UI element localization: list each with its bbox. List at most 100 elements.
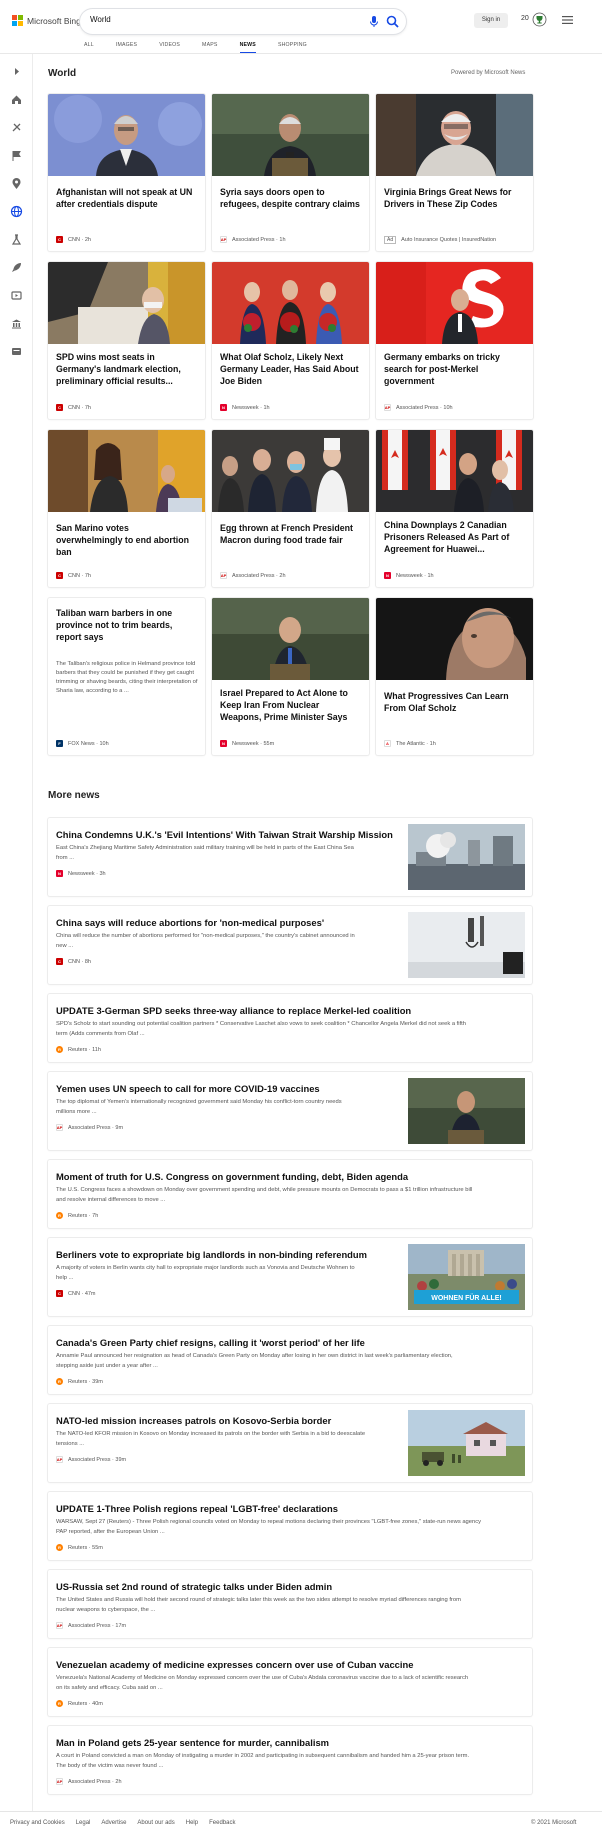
news-card[interactable]: Germany embarks on tricky search for pos… (376, 262, 533, 419)
news-thumbnail (408, 1410, 525, 1476)
rewards-trophy-icon[interactable] (532, 11, 547, 28)
bing-logo[interactable]: Microsoft Bing (12, 15, 81, 26)
card-image (376, 598, 533, 680)
newsweek-logo-icon: N (384, 572, 391, 579)
copyright: © 2021 Microsoft (531, 1820, 577, 1826)
news-list-item[interactable]: UPDATE 3-German SPD seeks three-way alli… (48, 994, 532, 1062)
news-card[interactable]: China Downplays 2 Canadian Prisoners Rel… (376, 430, 533, 587)
news-card[interactable]: Taliban warn barbers in one province not… (48, 598, 205, 755)
footer-link-about-ads[interactable]: About our ads (137, 1820, 174, 1826)
ad-badge: Ad (384, 236, 397, 244)
footer-link-privacy[interactable]: Privacy and Cookies (10, 1820, 65, 1826)
news-list-item[interactable]: Man in Poland gets 25-year sentence for … (48, 1726, 532, 1794)
news-list-item[interactable]: Venezuelan academy of medicine expresses… (48, 1648, 532, 1716)
rocket-icon[interactable] (10, 261, 23, 274)
footer-link-legal[interactable]: Legal (76, 1820, 91, 1826)
news-list-item[interactable]: NATO-led mission increases patrols on Ko… (48, 1404, 532, 1482)
published-time: 1h (263, 404, 270, 411)
sports-icon[interactable] (10, 121, 23, 134)
cnn-logo-icon: C (56, 958, 63, 965)
card-title: Afghanistan will not speak at UN after c… (56, 187, 193, 209)
news-title: Yemen uses UN speech to call for more CO… (56, 1083, 320, 1094)
news-list-item[interactable]: Berliners vote to expropriate big landlo… (48, 1238, 532, 1316)
search-input[interactable] (90, 15, 350, 24)
card-source: N Newsweek · 1h (384, 572, 434, 579)
card-source: F FOX News · 10h (56, 740, 109, 747)
powered-by-label[interactable]: Powered by Microsoft News (451, 70, 525, 76)
card-title: Virginia Brings Great News for Drivers i… (384, 187, 512, 209)
news-summary: East China's Zhejiang Maritime Safety Ad… (56, 845, 354, 861)
hamburger-menu-icon[interactable] (562, 15, 573, 25)
news-card[interactable]: SPD wins most seats in Germany's landmar… (48, 262, 205, 419)
news-title: US-Russia set 2nd round of strategic tal… (56, 1581, 333, 1592)
news-summary: SPD's Scholz to start sounding out poten… (56, 1021, 467, 1037)
card-title: Egg thrown at French President Macron du… (220, 523, 353, 545)
news-source: AP Associated Press · 17m (56, 1622, 127, 1629)
card-title: What Progressives Can Learn From Olaf Sc… (384, 691, 509, 713)
news-list-item[interactable]: China says will reduce abortions for 'no… (48, 906, 532, 984)
education-icon[interactable] (10, 345, 23, 358)
news-source: C CNN · 8h (56, 958, 91, 965)
source-name: Associated Press (396, 404, 439, 411)
header-divider (0, 53, 602, 54)
footer-link-help[interactable]: Help (186, 1820, 198, 1826)
brand-name: Microsoft Bing (27, 15, 81, 26)
entertainment-icon[interactable] (10, 289, 23, 302)
news-summary: The top diplomat of Yemen's internationa… (56, 1099, 342, 1115)
news-list-item[interactable]: US-Russia set 2nd round of strategic tal… (48, 1570, 532, 1638)
footer-link-advertise[interactable]: Advertise (101, 1820, 126, 1826)
globe-icon[interactable] (10, 205, 23, 218)
published-time: 10h (99, 740, 109, 747)
footer-link-feedback[interactable]: Feedback (209, 1820, 235, 1826)
published-time: 7h (84, 404, 91, 411)
ad-card[interactable]: Virginia Brings Great News for Drivers i… (376, 94, 533, 251)
reuters-logo-icon: R (56, 1378, 63, 1385)
chevron-right-icon[interactable] (10, 65, 23, 78)
published-time: 1h (429, 740, 436, 747)
microphone-icon[interactable] (368, 15, 380, 28)
news-card[interactable]: Israel Prepared to Act Alone to Keep Ira… (212, 598, 369, 755)
sign-in-button[interactable]: Sign in (474, 13, 508, 28)
search-icon[interactable] (386, 15, 399, 28)
ap-logo-icon: AP (220, 572, 227, 579)
rewards-count[interactable]: 20 (521, 15, 529, 22)
news-source: AP Associated Press · 2h (56, 1778, 122, 1785)
news-title: China says will reduce abortions for 'no… (56, 917, 325, 928)
news-title: UPDATE 1-Three Polish regions repeal 'LG… (56, 1503, 338, 1514)
news-card[interactable]: San Marino votes overwhelmingly to end a… (48, 430, 205, 587)
cnn-logo-icon: C (56, 236, 63, 243)
news-card[interactable]: Egg thrown at French President Macron du… (212, 430, 369, 587)
footer-links: Privacy and Cookies Legal Advertise Abou… (10, 1820, 246, 1826)
home-icon[interactable] (10, 93, 23, 106)
location-pin-icon[interactable] (10, 177, 23, 190)
news-title: China Condemns U.K.'s 'Evil Intentions' … (56, 829, 393, 840)
flag-icon[interactable] (10, 149, 23, 162)
published-time: 55m (263, 740, 275, 747)
search-box (80, 9, 406, 34)
source-name: CNN (68, 572, 80, 579)
card-source: N Newsweek · 55m (220, 740, 274, 747)
news-card[interactable]: What Olaf Scholz, Likely Next Germany Le… (212, 262, 369, 419)
news-list-item[interactable]: China Condemns U.K.'s 'Evil Intentions' … (48, 818, 532, 896)
news-summary: Venezuela's National Academy of Medicine… (56, 1675, 469, 1691)
news-card[interactable]: What Progressives Can Learn From Olaf Sc… (376, 598, 533, 755)
news-summary: The U.S. Congress faces a showdown on Mo… (56, 1187, 473, 1203)
news-list-item[interactable]: Yemen uses UN speech to call for more CO… (48, 1072, 532, 1150)
news-list-item[interactable]: Moment of truth for U.S. Congress on gov… (48, 1160, 532, 1228)
reuters-logo-icon: R (56, 1212, 63, 1219)
card-source: AP Associated Press · 1h (220, 236, 286, 243)
news-list-item[interactable]: UPDATE 1-Three Polish regions repeal 'LG… (48, 1492, 532, 1560)
news-card[interactable]: Syria says doors open to refugees, despi… (212, 94, 369, 251)
card-title: Taliban warn barbers in one province not… (56, 608, 173, 642)
card-source: N Newsweek · 1h (220, 404, 270, 411)
published-time: 7h (84, 572, 91, 579)
source-name: Newsweek (232, 740, 259, 747)
money-icon[interactable] (10, 317, 23, 330)
card-title: China Downplays 2 Canadian Prisoners Rel… (384, 520, 510, 554)
science-icon[interactable] (10, 233, 23, 246)
cnn-logo-icon: C (56, 1290, 63, 1297)
news-card[interactable]: Afghanistan will not speak at UN after c… (48, 94, 205, 251)
ap-logo-icon: AP (56, 1456, 63, 1463)
news-list-item[interactable]: Canada's Green Party chief resigns, call… (48, 1326, 532, 1394)
ap-logo-icon: AP (56, 1778, 63, 1785)
